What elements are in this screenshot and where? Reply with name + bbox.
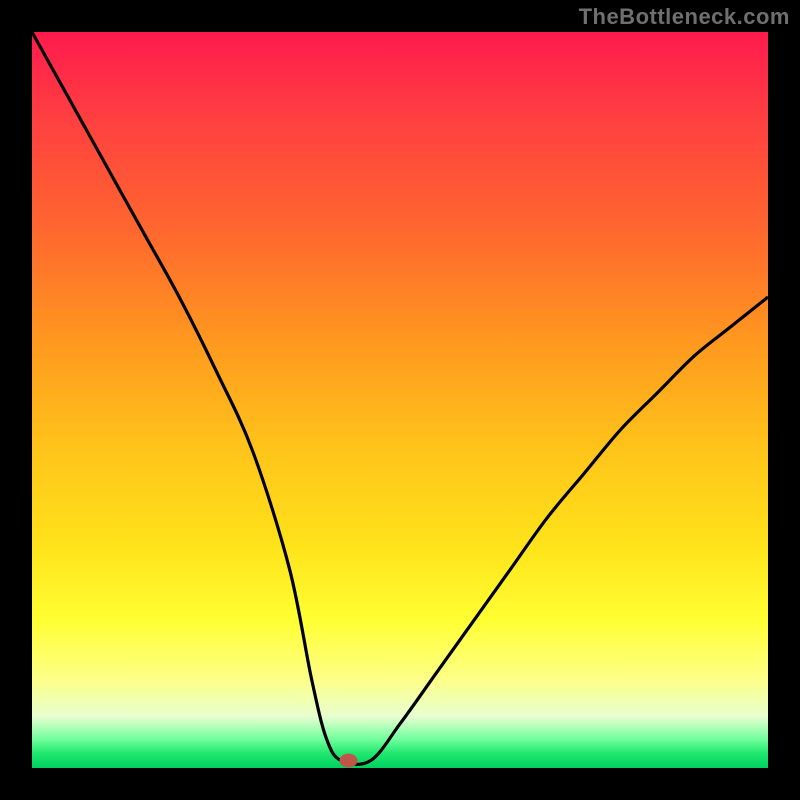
optimal-marker	[340, 754, 358, 768]
chart-frame: TheBottleneck.com	[0, 0, 800, 800]
bottleneck-curve-svg	[32, 32, 768, 768]
plot-area	[32, 32, 768, 768]
watermark-text: TheBottleneck.com	[579, 4, 790, 30]
bottleneck-curve	[32, 32, 768, 764]
